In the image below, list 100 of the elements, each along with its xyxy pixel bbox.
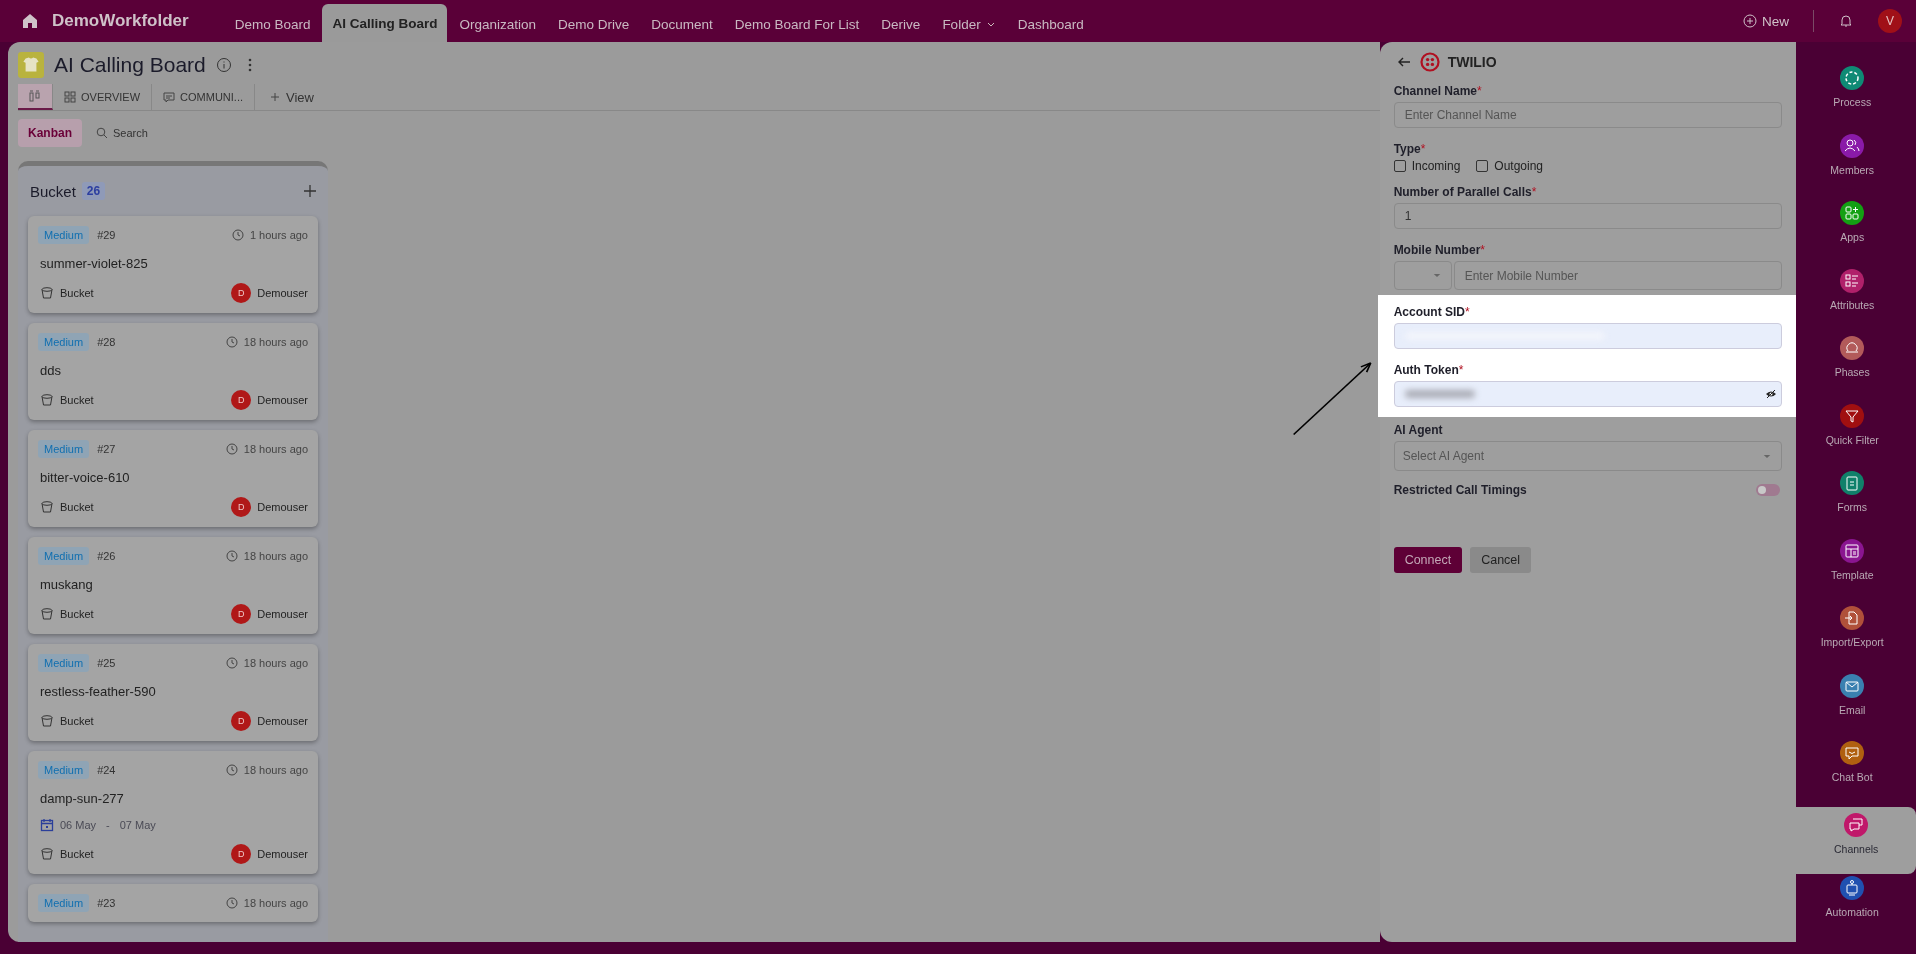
nav-tab[interactable]: AI Calling Board (322, 4, 448, 42)
sidebar-item[interactable]: Template (1796, 536, 1908, 605)
user-avatar: D (231, 604, 252, 624)
redacted-value-icon (1404, 390, 1475, 398)
auth-token-field[interactable] (1393, 381, 1783, 407)
nav-tab[interactable]: Organization (449, 6, 546, 42)
eye-slash-icon[interactable] (1765, 388, 1778, 400)
task-card[interactable]: Medium #29 1 hours ago summer-violet-825 Bucket D Demouser (28, 216, 318, 313)
sidebar-item[interactable]: Apps (1796, 199, 1908, 267)
sidebar-item[interactable]: Members (1796, 131, 1908, 200)
user-avatar: D (231, 844, 252, 864)
nav-tab[interactable]: Dashboard (1007, 6, 1094, 42)
connect-button[interactable]: Connect (1393, 547, 1463, 573)
checkbox[interactable] (1393, 160, 1406, 172)
new-button[interactable]: New (1743, 13, 1789, 29)
chat-icon (163, 91, 176, 103)
grid-icon (64, 91, 76, 103)
date-separator: - (106, 819, 110, 831)
time-label: 1 hours ago (249, 229, 308, 241)
task-number: #24 (97, 764, 116, 776)
clock-icon (225, 897, 238, 909)
count-badge: 26 (81, 182, 106, 200)
info-icon[interactable] (215, 57, 232, 73)
cancel-button[interactable]: Cancel (1470, 547, 1532, 573)
bell-icon[interactable] (1838, 13, 1854, 29)
task-card[interactable]: Medium #28 18 hours ago dds Bucket D Demouser (28, 323, 318, 420)
clock-icon (231, 229, 244, 241)
task-card[interactable]: Medium #26 18 hours ago muskang Bucket D Demouser (28, 537, 318, 634)
account-sid-field[interactable] (1393, 323, 1783, 349)
user-name: Demouser (257, 501, 308, 513)
sidebar-item[interactable]: Process (1796, 64, 1908, 132)
priority-tag: Medium (38, 761, 90, 779)
required-mark: * (1458, 363, 1464, 377)
view-tab[interactable]: COMMUNI... (152, 84, 256, 110)
nav-tab[interactable]: Folder (932, 6, 1006, 42)
view-tab[interactable] (18, 84, 53, 110)
channel-name-field[interactable]: Enter Channel Name (1393, 102, 1783, 128)
sidebar-item[interactable]: Import/Export (1796, 604, 1908, 672)
task-title: bitter-voice-610 (39, 470, 131, 485)
form-title: TWILIO (1447, 54, 1497, 70)
home-icon[interactable] (20, 11, 40, 31)
plus-circle-icon (1743, 14, 1757, 28)
user-avatar: D (231, 711, 252, 731)
user-name: Demouser (257, 287, 308, 299)
task-card[interactable]: Medium #23 18 hours ago (28, 884, 318, 922)
sidebar-item[interactable]: Attributes (1796, 266, 1908, 335)
user-name: Demouser (257, 715, 308, 727)
nav-tab[interactable]: Document (641, 6, 723, 42)
task-card[interactable]: Medium #27 18 hours ago bitter-voice-610 Bucket D Demouser (28, 430, 318, 527)
mobile-number-field[interactable]: Enter Mobile Number (1453, 261, 1783, 290)
nav-tab[interactable]: Demo Board For List (724, 6, 870, 42)
sidebar-item[interactable]: Email (1796, 671, 1908, 740)
required-mark: * (1477, 84, 1482, 98)
task-title: damp-sun-277 (39, 791, 125, 806)
shirt-icon (18, 52, 44, 78)
workspace-name: DemoWorkfolder (52, 11, 189, 31)
checkbox[interactable] (1476, 160, 1489, 172)
nav-tab[interactable]: Demo Drive (548, 6, 640, 42)
task-card[interactable]: Medium #25 18 hours ago restless-feather-590 Bucket D Demouser (28, 644, 318, 741)
task-title: muskang (39, 577, 94, 592)
bucket-icon (40, 607, 54, 621)
task-title: restless-feather-590 (39, 684, 157, 699)
time-label: 18 hours ago (243, 336, 308, 348)
calendar-icon (40, 818, 54, 832)
user-avatar[interactable]: V (1878, 9, 1902, 33)
sidebar-item[interactable]: Automation (1796, 874, 1908, 942)
parallel-calls-field[interactable]: 1 (1393, 203, 1783, 229)
checkbox-label: Outgoing (1494, 159, 1544, 173)
bucket-label: Bucket (60, 287, 94, 299)
time-label: 18 hours ago (243, 657, 308, 669)
add-icon[interactable] (302, 183, 318, 199)
task-number: #23 (97, 897, 116, 909)
search-button[interactable]: Search (96, 127, 148, 139)
bucket-label: Bucket (60, 848, 94, 860)
view-tab[interactable]: OVERVIEW (53, 84, 153, 110)
nav-tab[interactable]: Derive (871, 6, 931, 42)
priority-tag: Medium (38, 894, 90, 912)
field-label: Mobile Number (1393, 243, 1481, 257)
toggle-label: Restricted Call Timings (1393, 483, 1527, 497)
field-label: Auth Token (1393, 363, 1459, 377)
sidebar-item[interactable]: Quick Filter (1796, 401, 1908, 470)
user-avatar: D (231, 497, 252, 517)
kanban-tab[interactable]: Kanban (18, 119, 82, 147)
bucket-label: Bucket (60, 608, 94, 620)
task-number: #29 (97, 229, 116, 241)
bucket-icon (40, 393, 54, 407)
toggle-switch[interactable] (1756, 484, 1781, 496)
user-name: Demouser (257, 608, 308, 620)
required-mark: * (1531, 185, 1537, 199)
field-label: Channel Name (1393, 84, 1477, 98)
add-view-button[interactable]: View (255, 84, 325, 110)
clock-icon (225, 657, 238, 669)
nav-tab[interactable]: Demo Board (224, 6, 321, 42)
priority-tag: Medium (38, 333, 90, 351)
board-title: AI Calling Board (54, 53, 206, 77)
sidebar-item[interactable]: Phases (1796, 334, 1908, 402)
sidebar-item[interactable]: Chat Bot (1796, 739, 1908, 807)
sidebar-item[interactable]: Channels (1796, 806, 1916, 875)
sidebar-item[interactable]: Forms (1796, 469, 1908, 537)
task-card[interactable]: Medium #24 18 hours ago damp-sun-277 06 May - 07 May Bucket D Demouser (28, 751, 318, 874)
